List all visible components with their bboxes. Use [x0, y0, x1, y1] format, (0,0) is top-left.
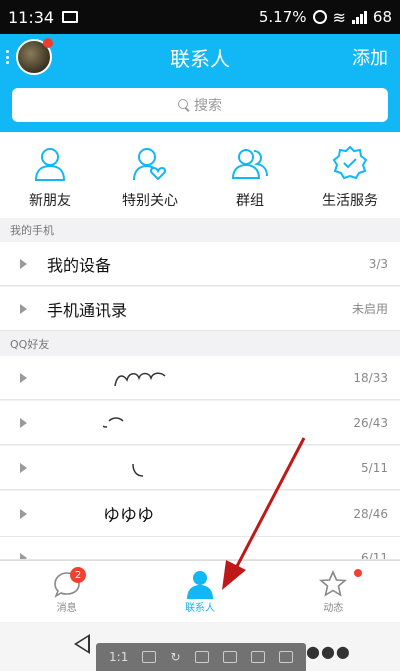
tab-label: 联系人 [184, 603, 215, 614]
section-my-phone: 我的手机 [0, 218, 400, 242]
expand-arrow-icon [20, 372, 27, 383]
search-area: 搜索 [0, 80, 400, 132]
section-qq-friends: QQ好友 [0, 332, 400, 356]
screenshot-toolbar: 1:1 ↻ [96, 643, 306, 671]
screen-icon[interactable] [250, 651, 265, 663]
group-icon [231, 149, 268, 179]
tab-moments[interactable]: 动态 [267, 561, 400, 622]
row-label: ゆゆゆ [103, 506, 154, 526]
wifi-icon: ≋ [332, 7, 346, 27]
friend-group-row[interactable]: 26/43 [0, 401, 400, 445]
unread-badge: 2 [70, 567, 86, 583]
network-speed: 5.17% [258, 8, 307, 26]
quick-label: 生活服务 [322, 193, 378, 209]
friend-group-row[interactable]: 18/33 [0, 356, 400, 400]
row-count: 6/11 [361, 551, 388, 560]
row-count: 18/33 [353, 370, 388, 385]
expand-arrow-icon [20, 508, 27, 519]
group-name-scribble [114, 372, 166, 386]
alarm-icon [312, 10, 327, 24]
save-icon[interactable] [194, 651, 209, 663]
menu-dots-icon[interactable] [6, 50, 9, 64]
crop-icon[interactable] [142, 651, 157, 663]
bookmark-icon[interactable] [222, 651, 237, 663]
quick-group[interactable]: 群组 [200, 132, 300, 218]
group-name-scribble [132, 463, 144, 477]
quick-label: 群组 [236, 193, 264, 209]
add-button[interactable]: 添加 [352, 44, 388, 70]
page-title: 联系人 [170, 46, 230, 71]
row-count: 未启用 [351, 302, 388, 316]
quick-new-friend[interactable]: 新朋友 [0, 132, 100, 218]
image-notification-icon [62, 11, 79, 23]
more-dots-icon[interactable]: ●●● [306, 642, 351, 661]
quick-label: 新朋友 [29, 193, 71, 209]
battery-level: 68 [372, 8, 392, 26]
row-label: 我的设备 [47, 255, 112, 275]
status-time: 11:34 [8, 7, 55, 27]
search-input[interactable]: 搜索 [12, 88, 388, 122]
quick-special-care[interactable]: 特别关心 [100, 132, 200, 218]
notification-dot [353, 569, 362, 577]
row-count: 28/46 [353, 506, 388, 521]
rotate-icon[interactable]: ↻ [171, 650, 181, 664]
avatar[interactable] [16, 38, 53, 75]
expand-arrow-icon [20, 303, 27, 314]
friend-group-row[interactable]: ゆゆゆ 28/46 [0, 491, 400, 537]
search-placeholder: 搜索 [194, 98, 222, 114]
tab-label: 动态 [323, 603, 344, 614]
life-service-icon [332, 145, 368, 180]
friend-group-row[interactable]: 6/11 [0, 537, 400, 560]
tab-label: 消息 [56, 603, 77, 614]
quick-life-service[interactable]: 生活服务 [300, 132, 400, 218]
ratio-button[interactable]: 1:1 [109, 650, 128, 664]
search-icon [178, 99, 190, 111]
row-count: 26/43 [353, 415, 388, 430]
expand-arrow-icon [20, 258, 27, 269]
quick-label: 特别关心 [122, 193, 178, 209]
app-header: 联系人 添加 [0, 34, 400, 80]
friend-group-row[interactable]: 5/11 [0, 446, 400, 490]
star-icon [319, 570, 348, 597]
quick-actions: 新朋友 特别关心 群组 生活服务 [0, 132, 400, 218]
special-care-icon [133, 148, 167, 181]
tab-contacts[interactable]: 联系人 [133, 561, 266, 622]
expand-arrow-icon [20, 462, 27, 473]
new-friend-icon [34, 148, 66, 181]
list-item-phone-contacts[interactable]: 手机通讯录 未启用 [0, 287, 400, 331]
share-icon[interactable] [278, 651, 293, 663]
expand-arrow-icon [20, 553, 27, 559]
signal-icon [351, 10, 367, 24]
expand-arrow-icon [20, 417, 27, 428]
back-icon[interactable] [74, 634, 90, 654]
bottom-tab-bar: 2 消息 联系人 动态 [0, 560, 400, 622]
row-label: 手机通讯录 [47, 300, 128, 320]
status-bar: 11:34 5.17% ≋ 68 [0, 0, 400, 34]
list-item-my-devices[interactable]: 我的设备 3/3 [0, 242, 400, 286]
tab-messages[interactable]: 2 消息 [0, 561, 133, 622]
contacts-person-icon [186, 571, 213, 599]
row-count: 5/11 [361, 460, 388, 475]
notification-dot [43, 38, 53, 48]
group-name-scribble [103, 416, 124, 428]
row-count: 3/3 [368, 256, 388, 271]
status-right: 5.17% ≋ 68 [259, 8, 392, 27]
